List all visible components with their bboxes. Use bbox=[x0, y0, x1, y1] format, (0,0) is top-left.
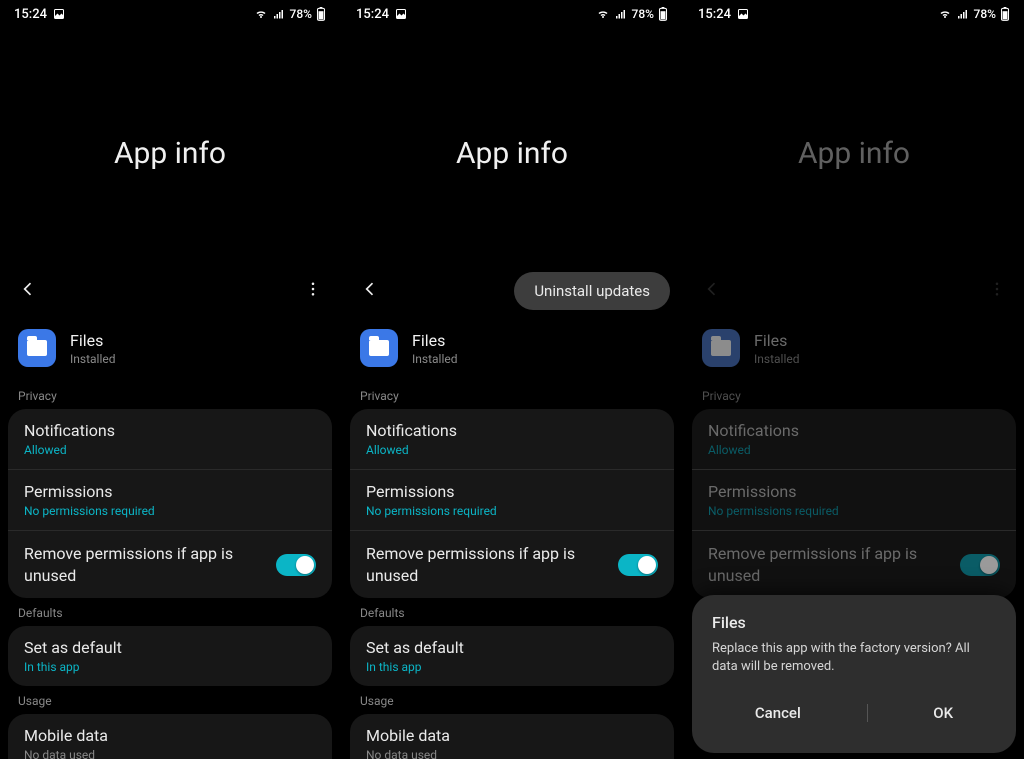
status-time: 15:24 bbox=[698, 7, 731, 22]
dialog-title: Files bbox=[712, 613, 996, 632]
row-permissions[interactable]: Permissions No permissions required bbox=[350, 469, 674, 530]
picture-icon bbox=[737, 8, 749, 20]
wifi-icon bbox=[938, 8, 952, 20]
dialog-message: Replace this app with the factory versio… bbox=[712, 640, 996, 676]
row-remove-permissions: Remove permissions if app is unused bbox=[692, 530, 1016, 598]
back-button bbox=[702, 279, 722, 303]
confirm-dialog: Files Replace this app with the factory … bbox=[692, 595, 1016, 753]
battery-icon bbox=[658, 7, 668, 21]
page-title: App info bbox=[0, 136, 340, 171]
app-icon bbox=[360, 329, 398, 367]
section-privacy: Privacy bbox=[684, 381, 1024, 409]
section-defaults: Defaults bbox=[342, 598, 682, 626]
more-button bbox=[988, 280, 1006, 302]
toolbar: Uninstall updates bbox=[342, 271, 682, 311]
app-status: Installed bbox=[754, 352, 800, 366]
row-notifications: Notifications Allowed bbox=[692, 409, 1016, 469]
status-time: 15:24 bbox=[356, 7, 389, 22]
status-battery-pct: 78% bbox=[290, 7, 312, 21]
toggle-remove-permissions bbox=[960, 554, 1000, 576]
back-button[interactable] bbox=[18, 279, 38, 303]
status-time: 15:24 bbox=[14, 7, 47, 22]
app-name: Files bbox=[412, 331, 458, 350]
toggle-remove-permissions[interactable] bbox=[276, 554, 316, 576]
section-usage: Usage bbox=[342, 686, 682, 714]
picture-icon bbox=[53, 8, 65, 20]
toolbar bbox=[684, 271, 1024, 311]
app-status: Installed bbox=[70, 352, 116, 366]
row-remove-permissions[interactable]: Remove permissions if app is unused bbox=[8, 530, 332, 598]
picture-icon bbox=[395, 8, 407, 20]
row-permissions[interactable]: Permissions No permissions required bbox=[8, 469, 332, 530]
wifi-icon bbox=[254, 8, 268, 20]
screen-3: 15:24 78% App info Files Install bbox=[682, 0, 1024, 759]
section-privacy: Privacy bbox=[0, 381, 340, 409]
signal-icon bbox=[956, 8, 970, 20]
dialog-ok-button[interactable]: OK bbox=[913, 696, 973, 730]
row-set-default[interactable]: Set as default In this app bbox=[350, 626, 674, 686]
app-summary: Files Installed bbox=[0, 329, 340, 381]
battery-icon bbox=[1000, 7, 1010, 21]
app-status: Installed bbox=[412, 352, 458, 366]
screen-1: 15:24 78% App info Files Install bbox=[0, 0, 340, 759]
toolbar bbox=[0, 271, 340, 311]
app-name: Files bbox=[754, 331, 800, 350]
row-set-default[interactable]: Set as default In this app bbox=[8, 626, 332, 686]
section-usage: Usage bbox=[0, 686, 340, 714]
row-notifications[interactable]: Notifications Allowed bbox=[8, 409, 332, 469]
wifi-icon bbox=[596, 8, 610, 20]
row-permissions: Permissions No permissions required bbox=[692, 469, 1016, 530]
signal-icon bbox=[614, 8, 628, 20]
section-privacy: Privacy bbox=[342, 381, 682, 409]
dialog-cancel-button[interactable]: Cancel bbox=[735, 696, 821, 730]
page-title: App info bbox=[684, 136, 1024, 171]
app-icon bbox=[18, 329, 56, 367]
confirm-dialog-scrim: Files Replace this app with the factory … bbox=[692, 595, 1016, 759]
app-icon bbox=[702, 329, 740, 367]
app-summary: Files Installed bbox=[684, 329, 1024, 381]
battery-icon bbox=[316, 7, 326, 21]
back-button[interactable] bbox=[360, 279, 380, 303]
section-defaults: Defaults bbox=[0, 598, 340, 626]
row-remove-permissions[interactable]: Remove permissions if app is unused bbox=[350, 530, 674, 598]
row-mobile-data[interactable]: Mobile data No data used bbox=[350, 714, 674, 759]
status-bar: 15:24 78% bbox=[0, 0, 340, 28]
toggle-remove-permissions[interactable] bbox=[618, 554, 658, 576]
page-title: App info bbox=[342, 136, 682, 171]
row-mobile-data[interactable]: Mobile data No data used bbox=[8, 714, 332, 759]
row-notifications[interactable]: Notifications Allowed bbox=[350, 409, 674, 469]
dialog-separator bbox=[867, 704, 868, 722]
app-summary: Files Installed bbox=[342, 329, 682, 381]
status-battery-pct: 78% bbox=[632, 7, 654, 21]
signal-icon bbox=[272, 8, 286, 20]
app-name: Files bbox=[70, 331, 116, 350]
status-battery-pct: 78% bbox=[974, 7, 996, 21]
menu-uninstall-updates[interactable]: Uninstall updates bbox=[514, 272, 670, 310]
status-bar: 15:24 78% bbox=[342, 0, 682, 28]
screen-2: 15:24 78% App info Uninstall updates Fil… bbox=[340, 0, 682, 759]
more-button[interactable] bbox=[304, 280, 322, 302]
status-bar: 15:24 78% bbox=[684, 0, 1024, 28]
